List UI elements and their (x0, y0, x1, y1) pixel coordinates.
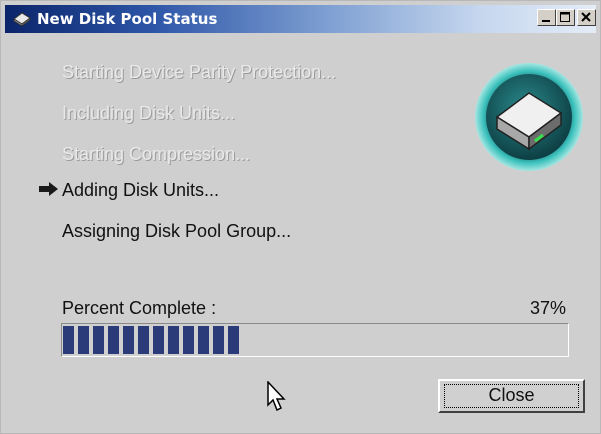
step-assigning-disk-pool-group: Assigning Disk Pool Group... (62, 221, 292, 241)
progress-bar (61, 323, 569, 357)
maximize-icon (560, 12, 570, 22)
close-button[interactable]: Close (438, 379, 585, 413)
disk-unit-icon (475, 63, 583, 171)
minimize-button[interactable] (537, 9, 556, 26)
minimize-icon (542, 20, 550, 22)
close-icon (581, 12, 591, 22)
right-arrow-icon (39, 182, 58, 196)
percent-complete-value: 37% (529, 298, 566, 318)
mouse-pointer-icon (267, 381, 286, 412)
progress-bar-fill (63, 326, 239, 354)
step-starting-compression: Starting Compression... (62, 144, 251, 164)
step-starting-device-parity-protection: Starting Device Parity Protection... (62, 62, 337, 82)
title-bar[interactable]: New Disk Pool Status (5, 5, 596, 33)
percent-complete-label: Percent Complete : (62, 298, 217, 318)
disk-pool-status-window: New Disk Pool Status Starting Device Par… (0, 0, 601, 434)
close-button-label: Close (488, 385, 535, 405)
window-title: New Disk Pool Status (37, 10, 218, 28)
disk-pool-icon (13, 12, 31, 27)
step-adding-disk-units: Adding Disk Units... (62, 180, 220, 200)
close-window-button[interactable] (577, 9, 596, 26)
step-including-disk-units: Including Disk Units... (62, 103, 236, 123)
maximize-button[interactable] (556, 9, 575, 26)
